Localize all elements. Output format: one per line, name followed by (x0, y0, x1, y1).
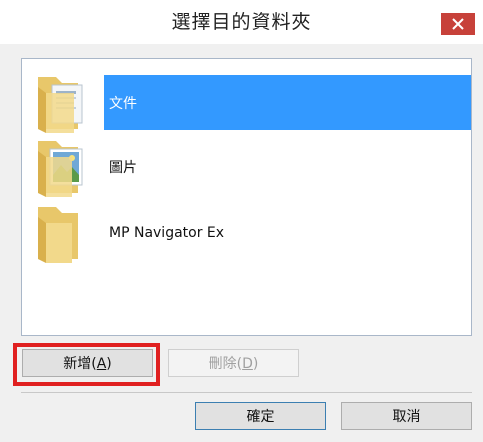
folder-label: MP Navigator Ex (109, 224, 225, 241)
cancel-button[interactable]: 取消 (341, 402, 472, 430)
folder-item-mp-navigator-ex-label-area: MP Navigator Ex (104, 205, 471, 260)
new-folder-button[interactable]: 新增(A) (22, 349, 153, 377)
folder-documents-icon (38, 77, 83, 133)
ok-button[interactable]: 確定 (195, 402, 326, 430)
ok-button-label: 確定 (246, 409, 275, 425)
folder-label: 文件 (109, 95, 137, 112)
close-button[interactable] (441, 13, 475, 35)
folder-label: 圖片 (109, 159, 137, 176)
new-folder-button-label: 新增(A) (63, 356, 112, 372)
select-destination-folder-dialog: 選擇目的資料夾 文件 圖片 MP Navigator Ex 新增(A) 刪除(D… (0, 0, 483, 442)
folder-item-documents-label-area: 文件 (104, 75, 471, 130)
folder-pictures-icon (38, 141, 83, 197)
folder-item-pictures[interactable]: 圖片 (22, 131, 471, 197)
folder-list[interactable]: 文件 圖片 MP Navigator Ex (21, 58, 472, 336)
dialog-title: 選擇目的資料夾 (171, 11, 312, 33)
title-bar: 選擇目的資料夾 (0, 0, 483, 44)
cancel-button-label: 取消 (392, 409, 421, 425)
folder-item-mp-navigator-ex[interactable]: MP Navigator Ex (22, 197, 471, 263)
delete-folder-button-label: 刪除(D) (208, 356, 259, 372)
button-separator (21, 392, 472, 393)
folder-item-documents[interactable]: 文件 (22, 67, 471, 133)
delete-folder-button[interactable]: 刪除(D) (168, 349, 299, 377)
folder-icon (38, 207, 78, 263)
close-icon (452, 18, 464, 30)
folder-item-pictures-label-area: 圖片 (104, 139, 471, 194)
